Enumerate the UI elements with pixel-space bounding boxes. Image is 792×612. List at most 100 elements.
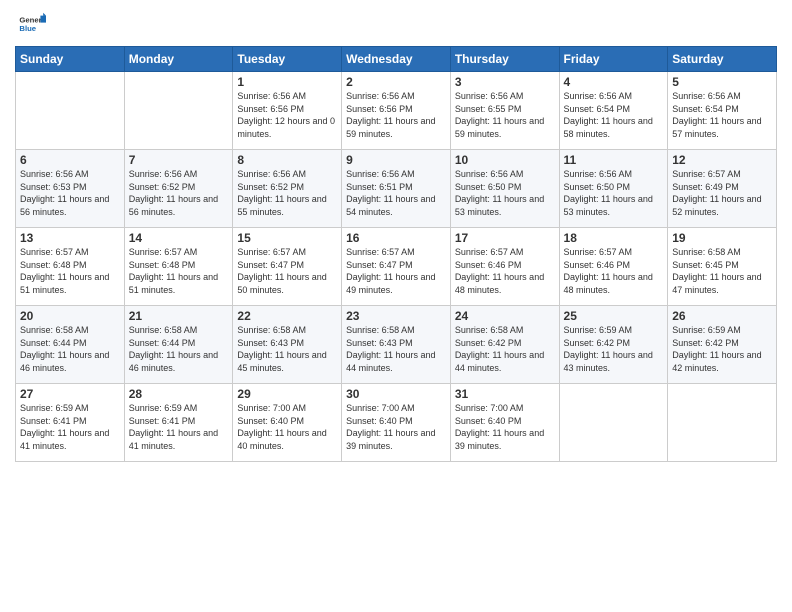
- day-cell: [16, 72, 125, 150]
- svg-text:Blue: Blue: [19, 24, 36, 33]
- day-cell: 27Sunrise: 6:59 AMSunset: 6:41 PMDayligh…: [16, 384, 125, 462]
- day-info: Sunrise: 6:56 AMSunset: 6:53 PMDaylight:…: [20, 168, 120, 218]
- day-number: 16: [346, 231, 446, 245]
- day-info: Sunrise: 7:00 AMSunset: 6:40 PMDaylight:…: [237, 402, 337, 452]
- day-info: Sunrise: 6:59 AMSunset: 6:41 PMDaylight:…: [129, 402, 229, 452]
- day-cell: 31Sunrise: 7:00 AMSunset: 6:40 PMDayligh…: [450, 384, 559, 462]
- day-info: Sunrise: 6:56 AMSunset: 6:54 PMDaylight:…: [564, 90, 664, 140]
- day-cell: 8Sunrise: 6:56 AMSunset: 6:52 PMDaylight…: [233, 150, 342, 228]
- day-number: 9: [346, 153, 446, 167]
- day-info: Sunrise: 7:00 AMSunset: 6:40 PMDaylight:…: [346, 402, 446, 452]
- day-info: Sunrise: 6:56 AMSunset: 6:52 PMDaylight:…: [237, 168, 337, 218]
- day-info: Sunrise: 6:56 AMSunset: 6:55 PMDaylight:…: [455, 90, 555, 140]
- day-cell: 9Sunrise: 6:56 AMSunset: 6:51 PMDaylight…: [342, 150, 451, 228]
- day-info: Sunrise: 6:59 AMSunset: 6:42 PMDaylight:…: [564, 324, 664, 374]
- day-number: 3: [455, 75, 555, 89]
- day-number: 11: [564, 153, 664, 167]
- day-cell: 2Sunrise: 6:56 AMSunset: 6:56 PMDaylight…: [342, 72, 451, 150]
- day-number: 15: [237, 231, 337, 245]
- day-info: Sunrise: 6:56 AMSunset: 6:51 PMDaylight:…: [346, 168, 446, 218]
- day-info: Sunrise: 6:56 AMSunset: 6:50 PMDaylight:…: [564, 168, 664, 218]
- day-cell: [668, 384, 777, 462]
- page-header: General Blue: [15, 10, 777, 38]
- week-row-3: 13Sunrise: 6:57 AMSunset: 6:48 PMDayligh…: [16, 228, 777, 306]
- day-info: Sunrise: 6:57 AMSunset: 6:46 PMDaylight:…: [564, 246, 664, 296]
- day-cell: 7Sunrise: 6:56 AMSunset: 6:52 PMDaylight…: [124, 150, 233, 228]
- day-info: Sunrise: 6:58 AMSunset: 6:43 PMDaylight:…: [237, 324, 337, 374]
- day-number: 31: [455, 387, 555, 401]
- day-number: 29: [237, 387, 337, 401]
- day-number: 17: [455, 231, 555, 245]
- day-cell: 26Sunrise: 6:59 AMSunset: 6:42 PMDayligh…: [668, 306, 777, 384]
- day-cell: 3Sunrise: 6:56 AMSunset: 6:55 PMDaylight…: [450, 72, 559, 150]
- day-info: Sunrise: 6:59 AMSunset: 6:42 PMDaylight:…: [672, 324, 772, 374]
- day-cell: 25Sunrise: 6:59 AMSunset: 6:42 PMDayligh…: [559, 306, 668, 384]
- day-info: Sunrise: 6:56 AMSunset: 6:54 PMDaylight:…: [672, 90, 772, 140]
- day-info: Sunrise: 6:56 AMSunset: 6:52 PMDaylight:…: [129, 168, 229, 218]
- day-cell: [559, 384, 668, 462]
- day-cell: 20Sunrise: 6:58 AMSunset: 6:44 PMDayligh…: [16, 306, 125, 384]
- day-info: Sunrise: 6:57 AMSunset: 6:46 PMDaylight:…: [455, 246, 555, 296]
- week-row-5: 27Sunrise: 6:59 AMSunset: 6:41 PMDayligh…: [16, 384, 777, 462]
- header-friday: Friday: [559, 47, 668, 72]
- day-number: 13: [20, 231, 120, 245]
- day-cell: 21Sunrise: 6:58 AMSunset: 6:44 PMDayligh…: [124, 306, 233, 384]
- day-number: 28: [129, 387, 229, 401]
- header-sunday: Sunday: [16, 47, 125, 72]
- day-cell: 11Sunrise: 6:56 AMSunset: 6:50 PMDayligh…: [559, 150, 668, 228]
- day-number: 25: [564, 309, 664, 323]
- day-number: 12: [672, 153, 772, 167]
- day-cell: 13Sunrise: 6:57 AMSunset: 6:48 PMDayligh…: [16, 228, 125, 306]
- day-info: Sunrise: 7:00 AMSunset: 6:40 PMDaylight:…: [455, 402, 555, 452]
- day-cell: 24Sunrise: 6:58 AMSunset: 6:42 PMDayligh…: [450, 306, 559, 384]
- day-number: 21: [129, 309, 229, 323]
- day-number: 26: [672, 309, 772, 323]
- logo-icon: General Blue: [18, 10, 46, 38]
- header-monday: Monday: [124, 47, 233, 72]
- day-info: Sunrise: 6:57 AMSunset: 6:47 PMDaylight:…: [237, 246, 337, 296]
- day-number: 8: [237, 153, 337, 167]
- day-number: 18: [564, 231, 664, 245]
- day-number: 5: [672, 75, 772, 89]
- day-info: Sunrise: 6:57 AMSunset: 6:48 PMDaylight:…: [20, 246, 120, 296]
- header-saturday: Saturday: [668, 47, 777, 72]
- day-cell: 17Sunrise: 6:57 AMSunset: 6:46 PMDayligh…: [450, 228, 559, 306]
- day-info: Sunrise: 6:56 AMSunset: 6:56 PMDaylight:…: [346, 90, 446, 140]
- day-info: Sunrise: 6:56 AMSunset: 6:56 PMDaylight:…: [237, 90, 337, 140]
- header-thursday: Thursday: [450, 47, 559, 72]
- day-info: Sunrise: 6:58 AMSunset: 6:43 PMDaylight:…: [346, 324, 446, 374]
- day-cell: [124, 72, 233, 150]
- day-number: 6: [20, 153, 120, 167]
- week-row-4: 20Sunrise: 6:58 AMSunset: 6:44 PMDayligh…: [16, 306, 777, 384]
- day-cell: 5Sunrise: 6:56 AMSunset: 6:54 PMDaylight…: [668, 72, 777, 150]
- day-info: Sunrise: 6:57 AMSunset: 6:47 PMDaylight:…: [346, 246, 446, 296]
- day-cell: 29Sunrise: 7:00 AMSunset: 6:40 PMDayligh…: [233, 384, 342, 462]
- day-cell: 1Sunrise: 6:56 AMSunset: 6:56 PMDaylight…: [233, 72, 342, 150]
- day-cell: 4Sunrise: 6:56 AMSunset: 6:54 PMDaylight…: [559, 72, 668, 150]
- week-row-1: 1Sunrise: 6:56 AMSunset: 6:56 PMDaylight…: [16, 72, 777, 150]
- day-info: Sunrise: 6:57 AMSunset: 6:49 PMDaylight:…: [672, 168, 772, 218]
- day-number: 30: [346, 387, 446, 401]
- day-number: 20: [20, 309, 120, 323]
- day-cell: 14Sunrise: 6:57 AMSunset: 6:48 PMDayligh…: [124, 228, 233, 306]
- day-number: 23: [346, 309, 446, 323]
- day-info: Sunrise: 6:58 AMSunset: 6:44 PMDaylight:…: [129, 324, 229, 374]
- day-cell: 28Sunrise: 6:59 AMSunset: 6:41 PMDayligh…: [124, 384, 233, 462]
- day-cell: 30Sunrise: 7:00 AMSunset: 6:40 PMDayligh…: [342, 384, 451, 462]
- day-number: 7: [129, 153, 229, 167]
- week-row-2: 6Sunrise: 6:56 AMSunset: 6:53 PMDaylight…: [16, 150, 777, 228]
- day-number: 24: [455, 309, 555, 323]
- day-number: 4: [564, 75, 664, 89]
- calendar-table: SundayMondayTuesdayWednesdayThursdayFrid…: [15, 46, 777, 462]
- header-wednesday: Wednesday: [342, 47, 451, 72]
- day-number: 27: [20, 387, 120, 401]
- day-info: Sunrise: 6:59 AMSunset: 6:41 PMDaylight:…: [20, 402, 120, 452]
- day-info: Sunrise: 6:58 AMSunset: 6:44 PMDaylight:…: [20, 324, 120, 374]
- day-info: Sunrise: 6:56 AMSunset: 6:50 PMDaylight:…: [455, 168, 555, 218]
- header-row: SundayMondayTuesdayWednesdayThursdayFrid…: [16, 47, 777, 72]
- day-number: 22: [237, 309, 337, 323]
- day-info: Sunrise: 6:57 AMSunset: 6:48 PMDaylight:…: [129, 246, 229, 296]
- day-number: 2: [346, 75, 446, 89]
- day-cell: 22Sunrise: 6:58 AMSunset: 6:43 PMDayligh…: [233, 306, 342, 384]
- day-cell: 18Sunrise: 6:57 AMSunset: 6:46 PMDayligh…: [559, 228, 668, 306]
